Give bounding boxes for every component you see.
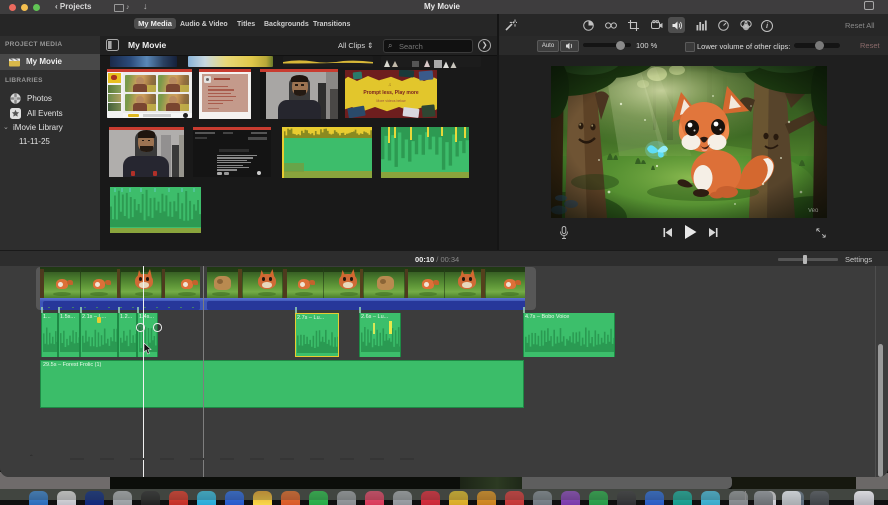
svg-text:Veo: Veo	[808, 208, 819, 214]
